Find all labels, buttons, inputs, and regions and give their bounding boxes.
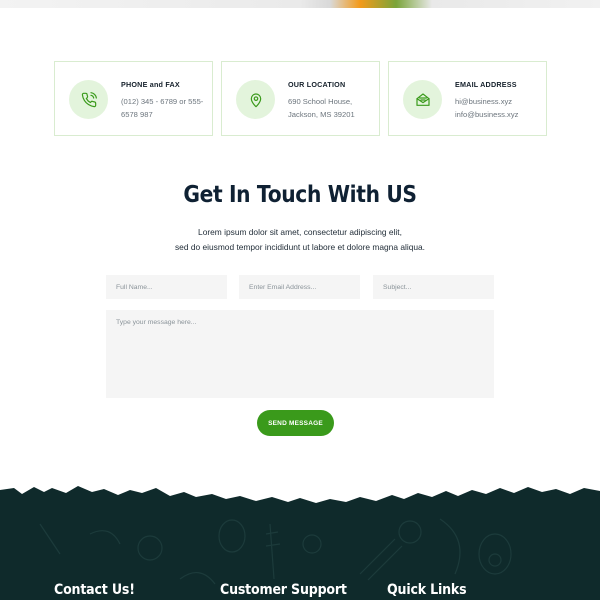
- contact-heading: Get In Touch With US: [183, 182, 417, 208]
- card-line: info@business.xyz: [455, 110, 519, 119]
- intro-text-line: Lorem ipsum dolor sit amet, consectetur …: [198, 227, 402, 237]
- location-card: OUR LOCATION 690 School House, Jackson, …: [221, 61, 380, 136]
- card-line: (012) 345 - 6789 or 555-: [121, 97, 204, 106]
- card-line: Jackson, MS 39201: [288, 110, 355, 119]
- card-title: PHONE and FAX: [121, 80, 180, 89]
- card-title: EMAIL ADDRESS: [455, 80, 517, 89]
- footer-support-title: Customer Support: [220, 582, 347, 598]
- message-textarea[interactable]: [106, 310, 494, 398]
- card-title: OUR LOCATION: [288, 80, 346, 89]
- card-line: hi@business.xyz: [455, 97, 513, 106]
- phone-card: PHONE and FAX (012) 345 - 6789 or 555- 6…: [54, 61, 213, 136]
- top-banner-image: [0, 0, 600, 8]
- intro-text-line: sed do eiusmod tempor incididunt ut labo…: [174, 242, 425, 252]
- footer: Contact Us! Customer Support Quick Links: [0, 484, 600, 600]
- card-line: 6578 987: [121, 110, 153, 119]
- contact-info-cards: PHONE and FAX (012) 345 - 6789 or 555- 6…: [54, 61, 547, 136]
- card-line: 690 School House,: [288, 97, 353, 106]
- footer-quick-links-title: Quick Links: [387, 582, 467, 598]
- email-input[interactable]: [239, 275, 360, 299]
- phone-icon: [69, 80, 108, 119]
- location-pin-icon: [236, 80, 275, 119]
- subject-input[interactable]: [373, 275, 494, 299]
- footer-contact-title: Contact Us!: [54, 582, 135, 598]
- envelope-icon: [403, 80, 442, 119]
- email-card: EMAIL ADDRESS hi@business.xyz info@busin…: [388, 61, 547, 136]
- full-name-input[interactable]: [106, 275, 227, 299]
- send-message-button[interactable]: SEND MESSAGE: [257, 410, 334, 436]
